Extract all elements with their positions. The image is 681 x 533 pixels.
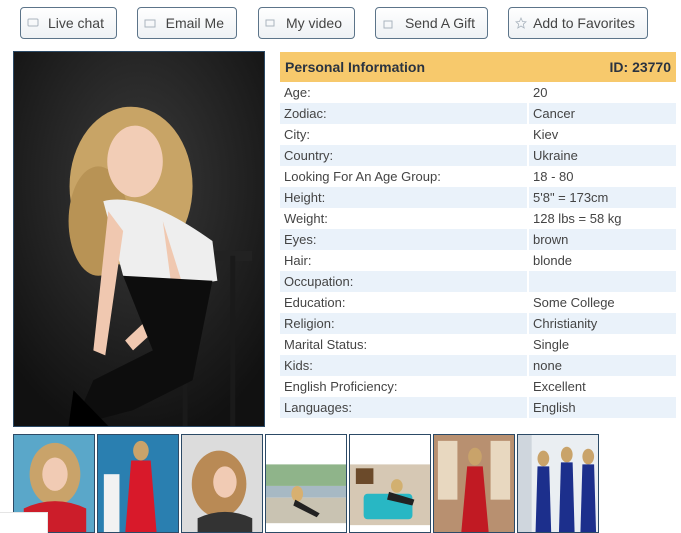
email-me-label: Email Me (165, 15, 224, 31)
photo-thumbnail[interactable] (517, 434, 599, 533)
personal-info-header: Personal Information ID: 23770 (280, 52, 676, 82)
info-row-weight: Weight: 128 lbs = 58 kg (280, 208, 676, 229)
video-icon (265, 19, 275, 27)
photo-thumbnail[interactable] (433, 434, 515, 533)
info-row-eyes: Eyes: brown (280, 229, 676, 250)
add-favorites-button[interactable]: Add to Favorites (508, 7, 648, 39)
send-gift-label: Send A Gift (404, 15, 475, 31)
chat-icon (27, 18, 39, 27)
live-chat-label: Live chat (47, 15, 104, 31)
my-video-button[interactable]: My video (258, 7, 355, 39)
photo-thumbnail[interactable] (97, 434, 179, 533)
info-row-education: Education: Some College (280, 292, 676, 313)
personal-info-title: Personal Information (285, 59, 426, 75)
photo-thumbnail[interactable] (349, 434, 431, 533)
star-icon (515, 17, 527, 29)
personal-info-table: Age: 20 Zodiac: Cancer City: Kiev Country: U… (280, 82, 676, 418)
corner-panel (0, 512, 48, 533)
info-row-hair: Hair: blonde (280, 250, 676, 271)
main-profile-photo[interactable] (13, 51, 265, 427)
info-row-english-proficiency: English Proficiency: Excellent (280, 376, 676, 397)
email-me-button[interactable]: Email Me (137, 7, 237, 39)
add-favorites-label: Add to Favorites (533, 15, 635, 31)
info-row-height: Height: 5'8" = 173cm (280, 187, 676, 208)
info-row-religion: Religion: Christianity (280, 313, 676, 334)
info-row-zodiac: Zodiac: Cancer (280, 103, 676, 124)
profile-photo-image (14, 52, 264, 426)
info-row-country: Country: Ukraine (280, 145, 676, 166)
send-gift-button[interactable]: Send A Gift (375, 7, 488, 39)
my-video-label: My video (285, 15, 342, 31)
gift-icon (383, 20, 393, 29)
live-chat-button[interactable]: Live chat (20, 7, 117, 39)
profile-id: ID: 23770 (609, 59, 671, 75)
envelope-icon (144, 19, 156, 28)
info-row-occupation: Occupation: (280, 271, 676, 292)
info-row-marital-status: Marital Status: Single (280, 334, 676, 355)
photo-thumbnail[interactable] (181, 434, 263, 533)
info-row-languages: Languages: English (280, 397, 676, 418)
info-row-kids: Kids: none (280, 355, 676, 376)
info-row-age: Age: 20 (280, 82, 676, 103)
photo-thumbnail[interactable] (265, 434, 347, 533)
info-row-age-group: Looking For An Age Group: 18 - 80 (280, 166, 676, 187)
info-row-city: City: Kiev (280, 124, 676, 145)
